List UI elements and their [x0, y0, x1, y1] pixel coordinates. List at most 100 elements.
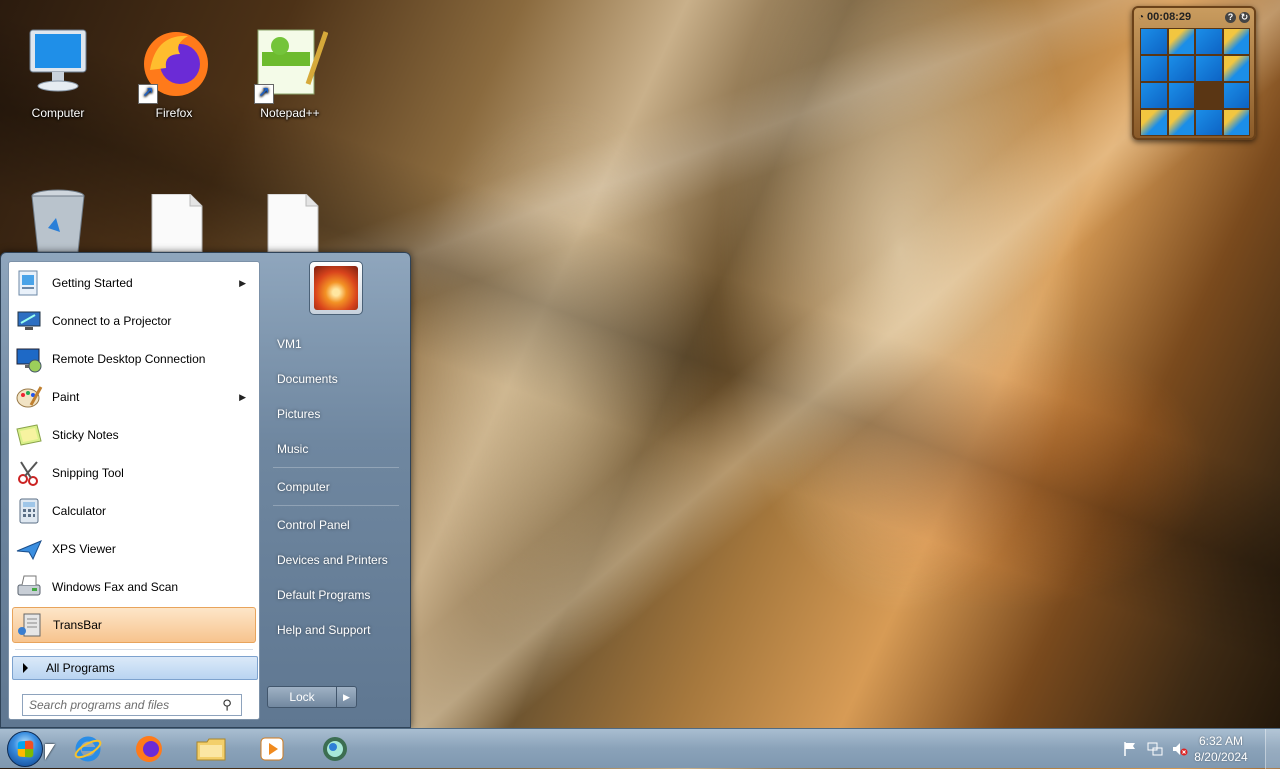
program-label: Snipping Tool — [52, 466, 124, 480]
program-label: Windows Fax and Scan — [52, 580, 179, 594]
snipping-tool-icon — [14, 458, 44, 488]
start-item-documents[interactable]: Documents — [268, 365, 406, 393]
program-paint[interactable]: Paint ▶ — [12, 379, 256, 415]
file-explorer-icon — [196, 738, 226, 761]
system-clock[interactable]: 6:32 AM 8/20/2024 — [1186, 733, 1256, 765]
puzzle-grid[interactable] — [1140, 28, 1250, 136]
mouse-cursor-icon — [45, 744, 55, 760]
program-sticky-notes[interactable]: Sticky Notes — [12, 417, 256, 453]
puzzle-tile[interactable] — [1223, 56, 1249, 81]
program-label: Calculator — [52, 504, 107, 518]
puzzle-gadget[interactable]: ◔ 00:08:29 ? ↻ — [1132, 6, 1256, 140]
sticky-notes-icon — [14, 420, 44, 450]
puzzle-tile[interactable] — [1168, 29, 1194, 54]
network-globe-icon — [323, 737, 347, 761]
start-item-computer[interactable]: Computer — [268, 473, 406, 501]
start-button[interactable] — [7, 731, 43, 767]
shutdown-options-button[interactable]: ▶ — [337, 686, 357, 708]
puzzle-tile[interactable] — [1196, 29, 1222, 54]
all-programs-button[interactable]: All Programs — [12, 656, 258, 680]
submenu-arrow-icon: ▶ — [239, 391, 246, 402]
puzzle-tile[interactable] — [1141, 56, 1167, 81]
taskbar-app-internet-explorer[interactable] — [68, 732, 108, 766]
taskbar-app-firefox[interactable] — [129, 732, 169, 766]
shortcut-arrow-icon — [138, 84, 158, 104]
taskbar-app-file-explorer[interactable] — [191, 732, 231, 766]
program-connect-to-projector[interactable]: Connect to a Projector — [12, 303, 256, 339]
puzzle-tile[interactable] — [1223, 29, 1249, 54]
puzzle-tile[interactable] — [1223, 83, 1249, 108]
search-input[interactable] — [27, 697, 217, 713]
program-label: Paint — [52, 390, 80, 404]
program-transbar[interactable]: TransBar — [12, 607, 256, 643]
search-programs-box[interactable]: ⚲ — [22, 694, 242, 716]
internet-explorer-icon — [74, 736, 102, 762]
desktop-icon-firefox[interactable]: Firefox — [124, 24, 224, 120]
submenu-arrow-icon: ▶ — [239, 277, 246, 288]
shortcut-arrow-icon — [254, 84, 274, 104]
program-label: Getting Started — [52, 276, 133, 290]
puzzle-tile[interactable] — [1168, 83, 1194, 108]
start-item-music[interactable]: Music — [268, 435, 406, 463]
puzzle-tile[interactable] — [1141, 29, 1167, 54]
puzzle-tile[interactable] — [1196, 110, 1222, 135]
start-item-label: Default Programs — [277, 588, 371, 602]
firefox-icon — [136, 736, 162, 762]
start-item-default-programs[interactable]: Default Programs — [268, 581, 406, 609]
lock-button[interactable]: Lock — [267, 686, 337, 708]
taskbar-app-media-player[interactable] — [252, 732, 292, 766]
fax-scan-icon — [14, 572, 44, 602]
start-item-label: Devices and Printers — [277, 553, 388, 567]
all-programs-label: All Programs — [46, 661, 115, 675]
lock-label: Lock — [289, 690, 315, 704]
action-center-flag-icon[interactable] — [1122, 741, 1138, 757]
network-icon[interactable] — [1147, 741, 1163, 757]
start-item-vm1[interactable]: VM1 — [268, 330, 406, 358]
puzzle-tile[interactable] — [1141, 83, 1167, 108]
program-label: Sticky Notes — [52, 428, 119, 442]
start-item-control-panel[interactable]: Control Panel — [268, 511, 406, 539]
search-icon[interactable]: ⚲ — [217, 697, 237, 713]
program-remote-desktop[interactable]: Remote Desktop Connection — [12, 341, 256, 377]
clock-date: 8/20/2024 — [1194, 750, 1248, 764]
user-picture[interactable] — [309, 261, 363, 315]
gadget-titlebar: ◔ 00:08:29 ? ↻ — [1134, 8, 1254, 26]
media-player-icon — [260, 737, 284, 761]
xps-viewer-icon — [14, 534, 44, 564]
getting-started-icon — [14, 268, 44, 298]
chevron-right-icon: ▶ — [343, 691, 350, 702]
desktop-icon-computer[interactable]: Computer — [8, 24, 108, 120]
show-desktop-button[interactable] — [1265, 729, 1280, 769]
divider — [15, 649, 253, 650]
start-item-pictures[interactable]: Pictures — [268, 400, 406, 428]
puzzle-tile[interactable] — [1141, 110, 1167, 135]
calculator-icon — [14, 496, 44, 526]
program-calculator[interactable]: Calculator — [12, 493, 256, 529]
program-snipping-tool[interactable]: Snipping Tool — [12, 455, 256, 491]
start-item-devices-and-printers[interactable]: Devices and Printers — [268, 546, 406, 574]
puzzle-tile[interactable] — [1168, 110, 1194, 135]
clock-time: 6:32 AM — [1198, 734, 1244, 748]
start-item-label: Pictures — [277, 407, 321, 421]
puzzle-tile[interactable] — [1196, 56, 1222, 81]
taskbar: 6:32 AM 8/20/2024 — [0, 728, 1280, 769]
program-label: Connect to a Projector — [52, 314, 172, 328]
start-item-label: Music — [277, 442, 309, 456]
program-windows-fax-and-scan[interactable]: Windows Fax and Scan — [12, 569, 256, 605]
lock-button-group: Lock ▶ — [267, 686, 357, 708]
desktop-icon-notepad-plus-plus[interactable]: Notepad++ — [240, 24, 340, 120]
program-xps-viewer[interactable]: XPS Viewer — [12, 531, 256, 567]
transbar-icon — [15, 610, 45, 640]
shuffle-icon[interactable]: ↻ — [1239, 11, 1250, 23]
puzzle-tile[interactable] — [1168, 56, 1194, 81]
start-item-label: VM1 — [277, 337, 302, 351]
puzzle-tile[interactable] — [1223, 110, 1249, 135]
taskbar-app-network-globe[interactable] — [315, 732, 355, 766]
flower-avatar-icon — [314, 266, 358, 310]
program-getting-started[interactable]: Getting Started ▶ — [12, 265, 256, 301]
firefox-icon — [136, 24, 212, 104]
program-label: Remote Desktop Connection — [52, 352, 206, 366]
start-item-help-and-support[interactable]: Help and Support — [268, 616, 406, 644]
start-item-label: Documents — [277, 372, 338, 386]
help-icon[interactable]: ? — [1225, 11, 1236, 23]
